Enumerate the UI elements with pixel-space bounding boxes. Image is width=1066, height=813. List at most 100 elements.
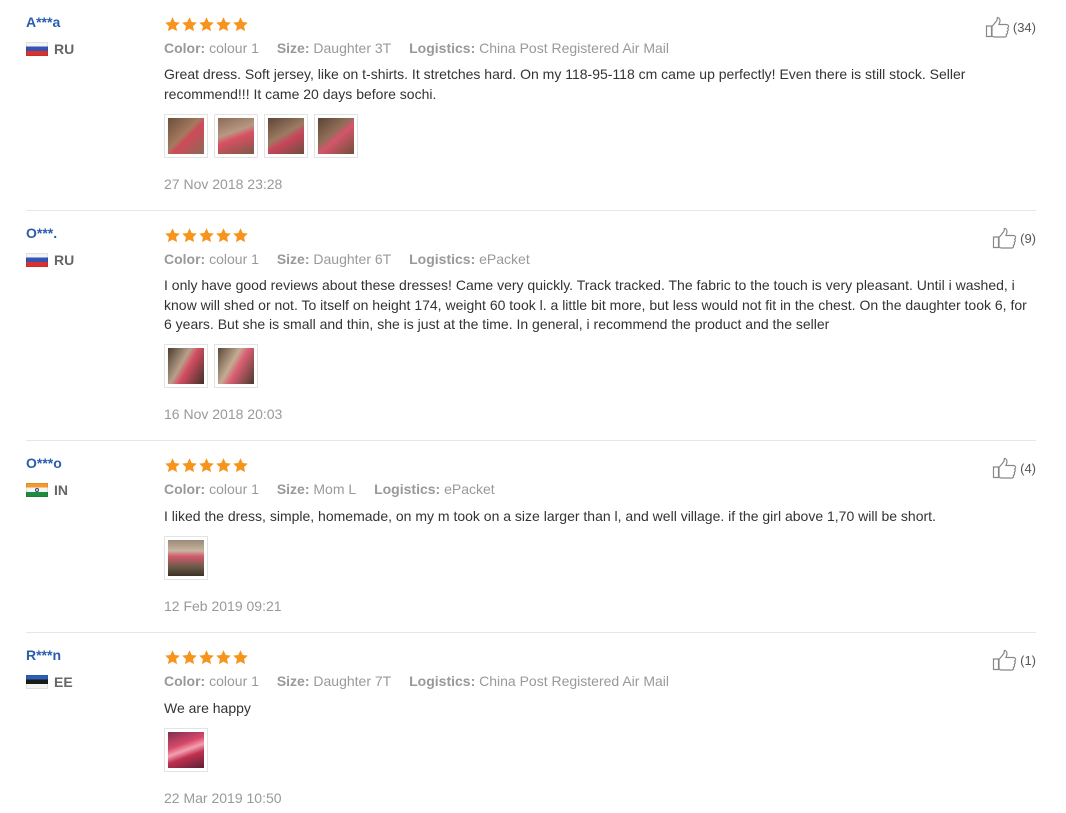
review-photo[interactable]	[264, 114, 308, 158]
thumbs-up-icon	[985, 16, 1011, 38]
star-rating	[164, 227, 249, 244]
size-label: Size:	[276, 673, 310, 689]
reviewer-name[interactable]: A***a	[26, 14, 60, 30]
review-attributes: Color: colour 1 Size: Daughter 6T Logist…	[164, 251, 544, 267]
thumbs-up-icon	[992, 227, 1018, 249]
review-date: 27 Nov 2018 23:28	[164, 176, 283, 192]
star-icon	[181, 457, 198, 474]
logistics-label: Logistics:	[409, 251, 476, 267]
star-rating	[164, 16, 249, 33]
helpful-count: (34)	[1012, 19, 1036, 35]
star-icon	[215, 457, 232, 474]
review-text: I liked the dress, simple, homemade, on …	[164, 508, 936, 524]
review-photo[interactable]	[164, 536, 208, 580]
review-photos	[164, 344, 258, 388]
size-value: Mom L	[313, 481, 357, 497]
size-value: Daughter 6T	[313, 251, 392, 267]
review-attributes: Color: colour 1 Size: Mom L Logistics: e…	[164, 481, 509, 497]
star-rating	[164, 649, 249, 666]
star-icon	[232, 457, 249, 474]
logistics-label: Logistics:	[374, 481, 441, 497]
star-icon	[181, 16, 198, 33]
color-value: colour 1	[209, 673, 259, 689]
color-label: Color:	[164, 40, 206, 56]
star-icon	[198, 649, 215, 666]
india-flag-icon	[26, 483, 48, 497]
color-value: colour 1	[209, 251, 259, 267]
review-photo[interactable]	[164, 344, 208, 388]
reviewer-name[interactable]: O***o	[26, 455, 62, 471]
color-label: Color:	[164, 251, 206, 267]
review-attributes: Color: colour 1 Size: Daughter 7T Logist…	[164, 673, 683, 689]
review-date: 12 Feb 2019 09:21	[164, 598, 282, 614]
star-icon	[164, 457, 181, 474]
reviewer-country: RU	[26, 252, 74, 268]
star-icon	[198, 457, 215, 474]
star-icon	[198, 227, 215, 244]
helpful-button[interactable]: (4)	[992, 457, 1036, 479]
helpful-button[interactable]: (1)	[992, 649, 1036, 671]
color-value: colour 1	[209, 481, 259, 497]
helpful-button[interactable]: (34)	[985, 16, 1036, 38]
star-icon	[232, 227, 249, 244]
reviewer-country: EE	[26, 674, 73, 690]
star-icon	[215, 649, 232, 666]
review-photos	[164, 114, 358, 158]
review-attributes: Color: colour 1 Size: Daughter 3T Logist…	[164, 40, 683, 56]
review-divider	[26, 632, 1036, 633]
reviewer-country: RU	[26, 41, 74, 57]
logistics-value: China Post Registered Air Mail	[479, 673, 669, 689]
star-icon	[181, 227, 198, 244]
size-value: Daughter 3T	[313, 40, 392, 56]
size-label: Size:	[276, 481, 310, 497]
star-icon	[215, 16, 232, 33]
star-icon	[215, 227, 232, 244]
star-icon	[232, 649, 249, 666]
star-rating	[164, 457, 249, 474]
review-divider	[26, 210, 1036, 211]
review-photo[interactable]	[314, 114, 358, 158]
helpful-count: (9)	[1020, 230, 1036, 246]
review-photos	[164, 536, 208, 580]
review-divider	[26, 440, 1036, 441]
star-icon	[164, 227, 181, 244]
color-label: Color:	[164, 481, 206, 497]
review-photo[interactable]	[164, 728, 208, 772]
russia-flag-icon	[26, 253, 48, 267]
star-icon	[164, 16, 181, 33]
star-icon	[198, 16, 215, 33]
russia-flag-icon	[26, 42, 48, 56]
logistics-value: China Post Registered Air Mail	[479, 40, 669, 56]
estonia-flag-icon	[26, 675, 48, 689]
review-text: We are happy	[164, 700, 251, 716]
review-date: 16 Nov 2018 20:03	[164, 406, 283, 422]
color-label: Color:	[164, 673, 206, 689]
review-text: I only have good reviews about these dre…	[164, 277, 1027, 332]
size-label: Size:	[276, 40, 310, 56]
country-code: EE	[54, 674, 73, 690]
reviewer-name[interactable]: O***.	[26, 225, 57, 241]
star-icon	[181, 649, 198, 666]
reviewer-name[interactable]: R***n	[26, 647, 61, 663]
logistics-value: ePacket	[444, 481, 495, 497]
country-code: RU	[54, 252, 75, 268]
review-photos	[164, 728, 208, 772]
review-photo[interactable]	[214, 114, 258, 158]
star-icon	[164, 649, 181, 666]
review-date: 22 Mar 2019 10:50	[164, 790, 282, 806]
size-label: Size:	[276, 251, 310, 267]
thumbs-up-icon	[992, 649, 1018, 671]
reviewer-country: IN	[26, 482, 68, 498]
logistics-label: Logistics:	[409, 673, 476, 689]
color-value: colour 1	[209, 40, 259, 56]
review-photo[interactable]	[164, 114, 208, 158]
star-icon	[232, 16, 249, 33]
logistics-value: ePacket	[479, 251, 530, 267]
helpful-button[interactable]: (9)	[992, 227, 1036, 249]
helpful-count: (4)	[1020, 460, 1036, 476]
thumbs-up-icon	[992, 457, 1018, 479]
review-photo[interactable]	[214, 344, 258, 388]
country-code: RU	[54, 41, 75, 57]
logistics-label: Logistics:	[409, 40, 476, 56]
helpful-count: (1)	[1020, 652, 1036, 668]
